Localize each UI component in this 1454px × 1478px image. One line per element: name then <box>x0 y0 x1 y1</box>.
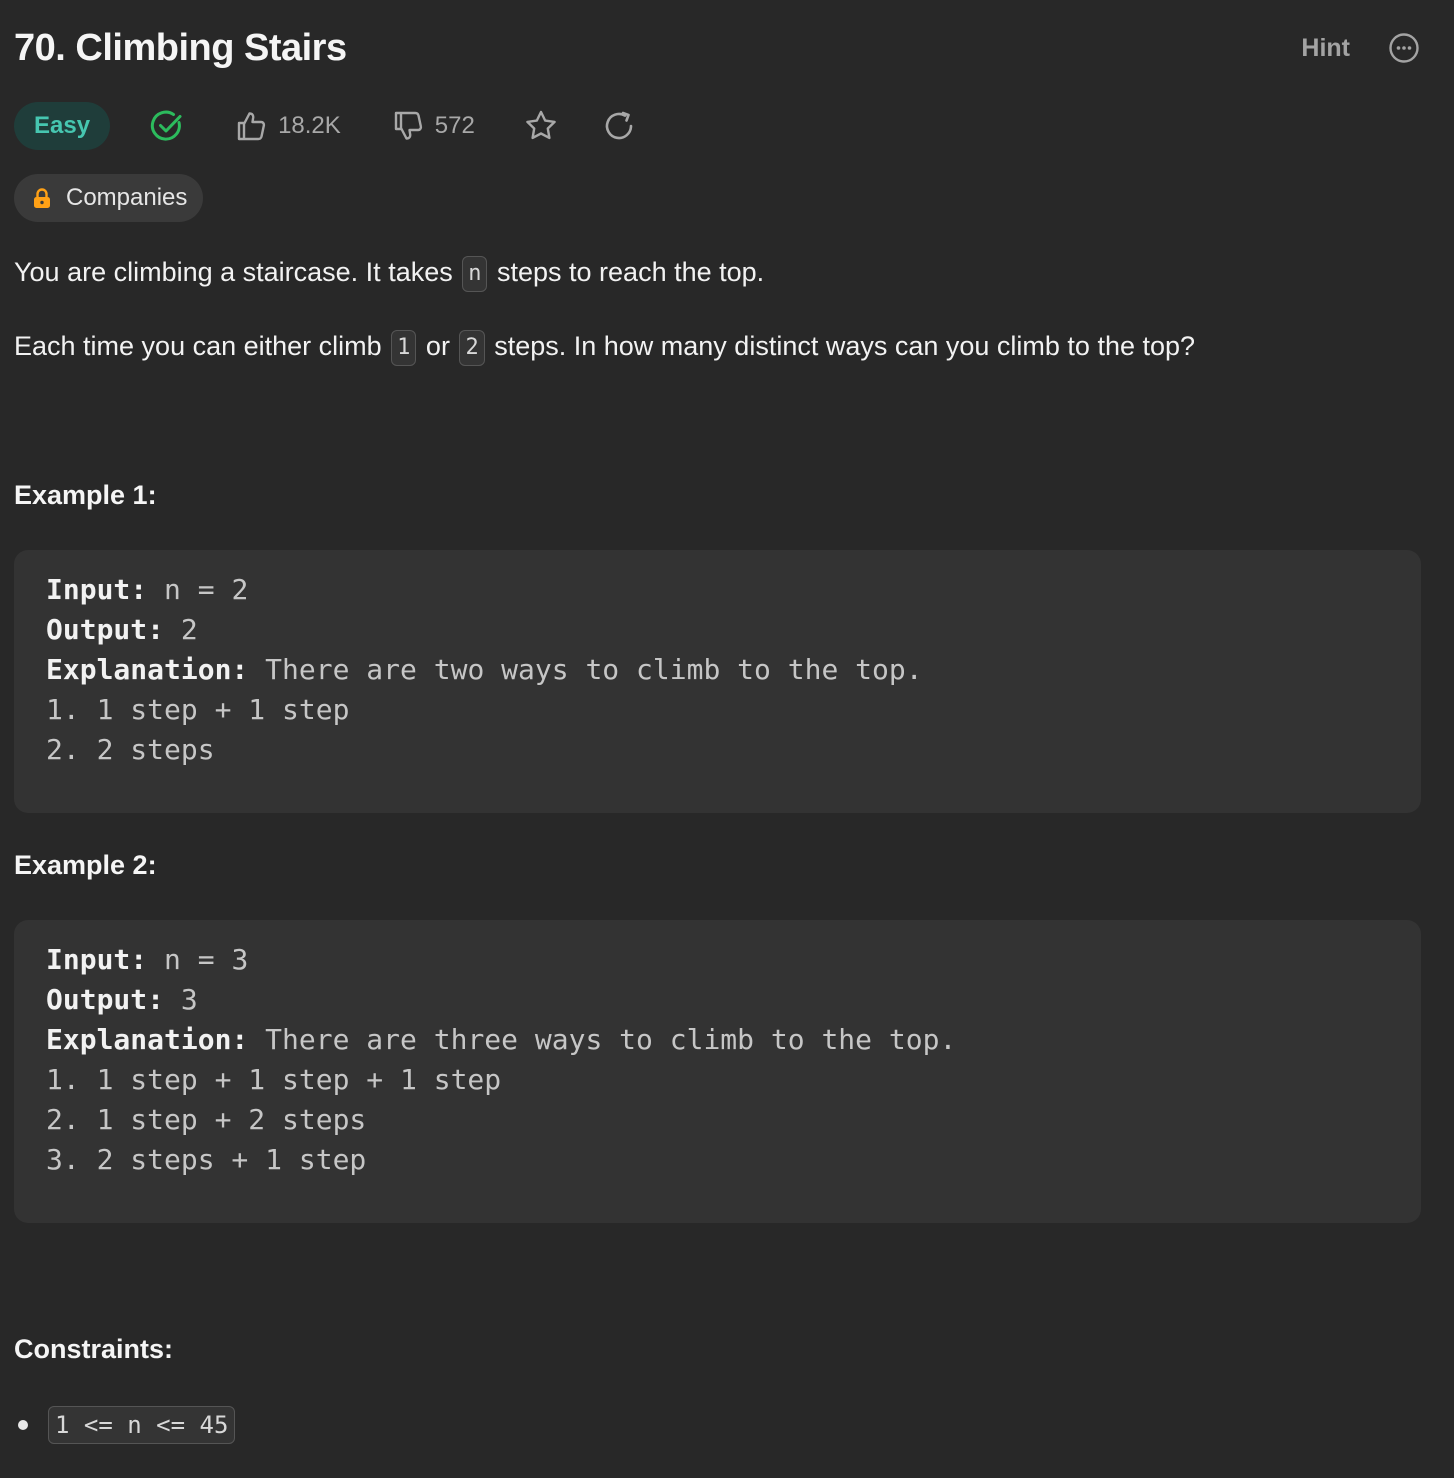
hint-button[interactable]: Hint <box>1301 34 1350 63</box>
example-input-line: Input: n = 2 <box>46 573 249 606</box>
bullet-icon <box>18 1420 28 1430</box>
solved-check-icon <box>150 109 184 143</box>
thumbs-up-icon <box>237 112 266 141</box>
problem-title: 70. Climbing Stairs <box>14 26 347 69</box>
dislike-button[interactable]: 572 <box>391 109 475 143</box>
example-step-line: 2. 1 step + 2 steps <box>46 1103 367 1136</box>
example-step-line: 3. 2 steps + 1 step <box>46 1143 367 1176</box>
lock-icon <box>32 187 52 209</box>
example-output-line: Output: 2 <box>46 613 198 646</box>
constraint-item: 1 <= n <= 45 <box>18 1406 237 1444</box>
example-2-heading: Example 2: <box>14 850 157 880</box>
meta-row: Easy 18.2K 572 <box>14 102 637 150</box>
refresh-icon[interactable] <box>601 108 637 144</box>
example-2-block: Input: n = 3 Output: 3 Explanation: Ther… <box>14 920 1421 1223</box>
header-actions: Hint <box>1301 32 1420 64</box>
constraints-heading: Constraints: <box>14 1334 174 1364</box>
more-options-icon[interactable] <box>1388 32 1420 64</box>
title-row: 70. Climbing Stairs Hint <box>14 22 1420 74</box>
difficulty-badge: Easy <box>14 102 111 150</box>
thumbs-down-icon <box>394 111 422 140</box>
like-count: 18.2K <box>278 112 341 139</box>
inline-code: 2 <box>459 330 485 366</box>
example-1-heading: Example 1: <box>14 480 157 510</box>
companies-button[interactable]: Companies <box>14 174 204 222</box>
favorite-star-icon[interactable] <box>523 108 559 144</box>
description-paragraph-2: Each time you can either climb 1 or 2 st… <box>14 330 1195 366</box>
example-1-block: Input: n = 2 Output: 2 Explanation: Ther… <box>14 550 1421 813</box>
example-explanation-line: Explanation: There are three ways to cli… <box>46 1023 957 1056</box>
example-explanation-line: Explanation: There are two ways to climb… <box>46 653 923 686</box>
example-input-line: Input: n = 3 <box>46 943 249 976</box>
description-paragraph-1: You are climbing a staircase. It takes n… <box>14 256 764 292</box>
constraint-code: 1 <= n <= 45 <box>48 1406 236 1444</box>
inline-code: 1 <box>391 330 417 366</box>
inline-code: n <box>462 256 488 292</box>
example-step-line: 1. 1 step + 1 step <box>46 693 350 726</box>
example-step-line: 2. 2 steps <box>46 733 215 766</box>
dislike-count: 572 <box>434 112 475 139</box>
companies-label: Companies <box>66 184 188 211</box>
example-step-line: 1. 1 step + 1 step + 1 step <box>46 1063 502 1096</box>
problem-description-panel: 70. Climbing Stairs Hint Easy 18.2K 572 … <box>0 0 1454 1478</box>
example-output-line: Output: 3 <box>46 983 198 1016</box>
like-button[interactable]: 18.2K <box>234 109 341 143</box>
